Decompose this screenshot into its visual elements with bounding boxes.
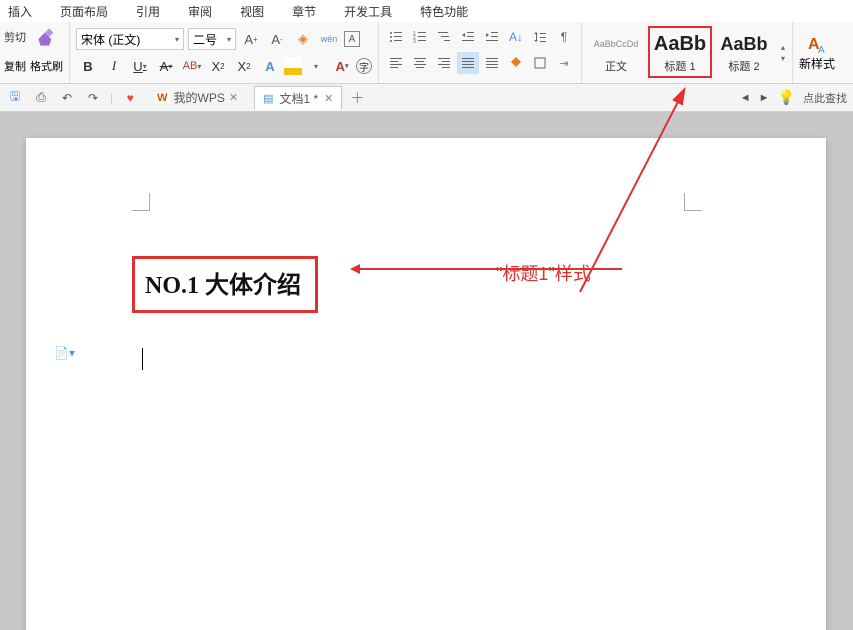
emphasis-button[interactable]: AB▾ [180, 54, 204, 78]
quick-bar: 🖫 ⎙ ↶ ↷ | ♥ W 我的WPS ✕ ▤ 文档1 * ✕ ＋ ◄ ► 💡 … [0, 84, 853, 112]
ribbon: 剪切 复制 格式刷 宋体 (正文)▾ 二号▾ A+ A- ◈ wén A B I… [0, 22, 853, 84]
heading-highlight: NO.1 大体介绍 [132, 256, 318, 313]
new-style-icon: AA [806, 33, 828, 55]
format-painter-icon[interactable] [30, 22, 64, 52]
phonetic-button[interactable]: wén [318, 28, 340, 50]
svg-text:3: 3 [413, 39, 416, 44]
subscript-button[interactable]: X2 [232, 54, 256, 78]
home-button[interactable]: ♥ [121, 89, 139, 107]
document-tab[interactable]: ▤ 文档1 * ✕ [254, 86, 342, 110]
menu-feature[interactable]: 特色功能 [420, 3, 468, 20]
justify-button[interactable] [457, 52, 479, 74]
grow-font-button[interactable]: A+ [240, 28, 262, 50]
font-size-select[interactable]: 二号▾ [188, 28, 236, 50]
char-shading-button[interactable]: ▾ [304, 54, 328, 78]
undo-button[interactable]: ↶ [58, 89, 76, 107]
menu-section[interactable]: 章节 [292, 3, 316, 20]
search-tip[interactable]: 点此查找 [803, 90, 847, 106]
nav-fwd-button[interactable]: ► [759, 92, 770, 104]
style-normal[interactable]: AaBbCcDd 正文 [584, 26, 648, 78]
new-style-label: 新样式 [799, 55, 835, 72]
shrink-font-button[interactable]: A- [266, 28, 288, 50]
separator: | [110, 91, 113, 105]
page[interactable]: NO.1 大体介绍 📄▾ [26, 138, 826, 630]
style-heading2[interactable]: AaBb 标题 2 [712, 26, 776, 78]
text-cursor [142, 348, 143, 370]
menu-review[interactable]: 审阅 [188, 3, 212, 20]
close-tab-icon[interactable]: ✕ [324, 92, 333, 105]
paste-options-icon[interactable]: 📄▾ [54, 346, 75, 360]
strike-button[interactable]: A▾ [154, 54, 178, 78]
save-button[interactable]: 🖫 [6, 89, 24, 107]
align-right-button[interactable] [433, 52, 455, 74]
borders-button[interactable] [529, 52, 551, 74]
menu-layout[interactable]: 页面布局 [60, 3, 108, 20]
font-group: 宋体 (正文)▾ 二号▾ A+ A- ◈ wén A B I U▾ A▾ AB▾… [70, 22, 379, 83]
bulb-icon: 💡 [778, 89, 795, 106]
font-color-button[interactable]: A▾ [330, 54, 354, 78]
close-icon[interactable]: ✕ [229, 91, 238, 104]
menu-insert[interactable]: 插入 [8, 3, 32, 20]
annotation-label: "标题1"样式 [496, 260, 591, 286]
style-heading1[interactable]: AaBb 标题 1 [648, 26, 712, 78]
bullets-button[interactable] [385, 26, 407, 48]
wps-logo-icon: W [155, 92, 169, 104]
text-effects-button[interactable]: A [258, 54, 282, 78]
clipboard-group: 剪切 复制 格式刷 [0, 22, 70, 83]
bold-button[interactable]: B [76, 54, 100, 78]
menu-ref[interactable]: 引用 [136, 3, 160, 20]
clear-format-button[interactable]: ◈ [292, 28, 314, 50]
format-painter-button[interactable]: 格式刷 [30, 58, 63, 74]
increase-indent-button[interactable] [481, 26, 503, 48]
document-area: NO.1 大体介绍 📄▾ "标题1"样式 [0, 112, 853, 630]
numbering-button[interactable]: 123 [409, 26, 431, 48]
margin-marker-tl [132, 193, 150, 211]
styles-more-button[interactable]: ▴▾ [776, 26, 790, 79]
multilevel-button[interactable] [433, 26, 455, 48]
tabs-button[interactable]: ⇥ [553, 52, 575, 74]
shading-button[interactable] [505, 52, 527, 74]
distributed-button[interactable] [481, 52, 503, 74]
menu-dev[interactable]: 开发工具 [344, 3, 392, 20]
add-tab-button[interactable]: ＋ [350, 88, 364, 108]
mywps-tab[interactable]: W 我的WPS ✕ [147, 87, 246, 109]
highlight-button[interactable] [284, 57, 302, 75]
styles-group: AaBbCcDd 正文 AaBb 标题 1 AaBb 标题 2 ▴▾ [582, 22, 793, 83]
align-center-button[interactable] [409, 52, 431, 74]
enclose-char-button[interactable]: 字 [356, 58, 372, 74]
print-button[interactable]: ⎙ [32, 89, 50, 107]
sort-button[interactable]: A↓ [505, 26, 527, 48]
new-style-group[interactable]: AA 新样式 [793, 22, 841, 83]
char-border-button[interactable]: A [344, 31, 360, 47]
font-name-select[interactable]: 宋体 (正文)▾ [76, 28, 184, 50]
underline-button[interactable]: U▾ [128, 54, 152, 78]
italic-button[interactable]: I [102, 54, 126, 78]
show-marks-button[interactable]: ¶ [553, 26, 575, 48]
svg-text:A: A [818, 45, 825, 55]
copy-button[interactable]: 复制 [4, 58, 26, 74]
nav-back-button[interactable]: ◄ [740, 92, 751, 104]
menu-view[interactable]: 视图 [240, 3, 264, 20]
doc-icon: ▤ [263, 92, 273, 105]
decrease-indent-button[interactable] [457, 26, 479, 48]
margin-marker-tr [684, 193, 702, 211]
superscript-button[interactable]: X2 [206, 54, 230, 78]
heading-text[interactable]: NO.1 大体介绍 [145, 265, 301, 300]
cut-button[interactable]: 剪切 [0, 29, 30, 45]
line-spacing-button[interactable] [529, 26, 551, 48]
menu-bar: 插入 页面布局 引用 审阅 视图 章节 开发工具 特色功能 [0, 0, 853, 22]
paragraph-group: 123 A↓ ¶ ⇥ [379, 22, 582, 83]
align-left-button[interactable] [385, 52, 407, 74]
redo-button[interactable]: ↷ [84, 89, 102, 107]
